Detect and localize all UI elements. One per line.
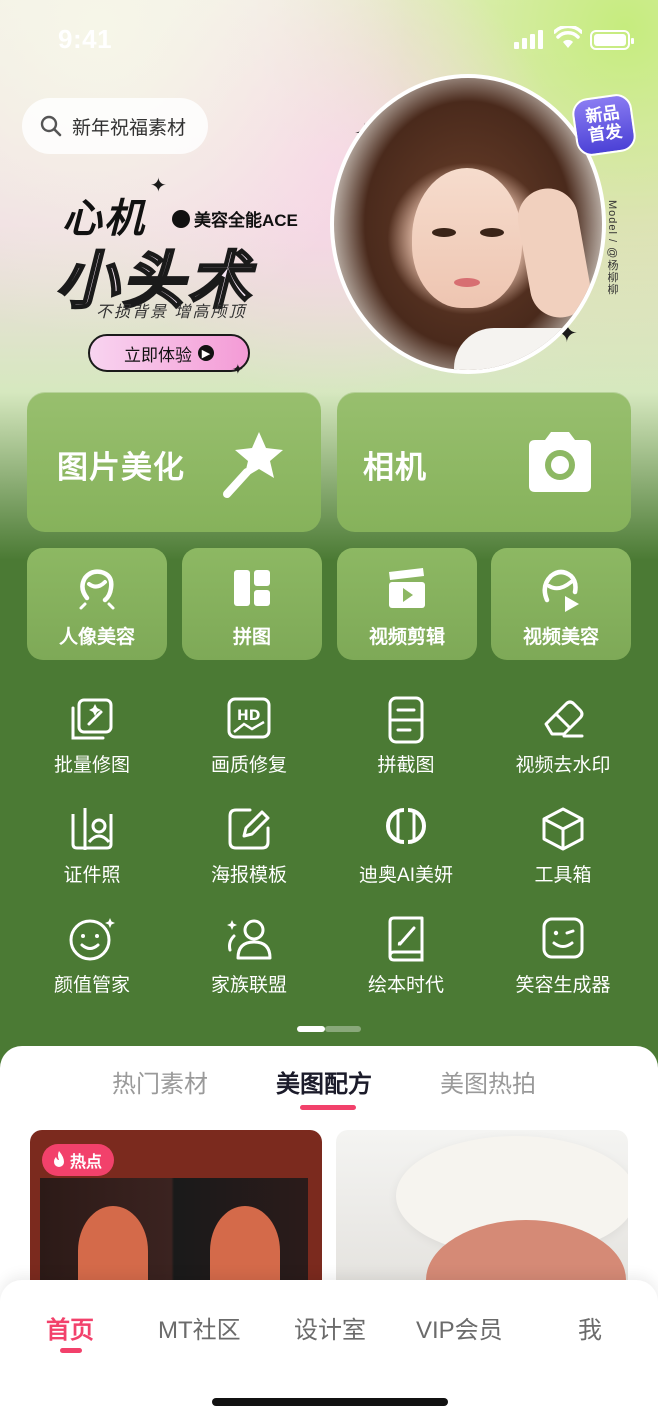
tool-picture-book[interactable]: 绘本时代 <box>336 916 476 1006</box>
brand-logo-icon <box>172 209 190 228</box>
portrait-beauty-label: 人像美容 <box>58 627 135 648</box>
hd-icon: HD <box>227 697 271 739</box>
video-edit-label: 视频剪辑 <box>368 627 445 648</box>
portrait-icon <box>79 569 115 610</box>
camera-label: 相机 <box>363 450 427 485</box>
nav-active-indicator <box>60 1348 82 1353</box>
id-photo-icon <box>71 808 113 850</box>
poster-template-label: 海报模板 <box>210 865 287 886</box>
video-beauty-label: 视频美容 <box>522 627 599 648</box>
eraser-icon <box>544 700 584 738</box>
collage-card[interactable]: 拼图 <box>182 548 322 660</box>
search-bar[interactable]: 新年祝福素材 <box>22 98 208 154</box>
dior-ai-label: 迪奥AI美妍 <box>359 865 453 886</box>
nav-vip[interactable]: VIP会员 <box>416 1310 503 1345</box>
id-photo-label: 证件照 <box>63 865 121 886</box>
toolbox-icon <box>542 807 584 851</box>
hd-restore-label: 画质修复 <box>210 755 287 776</box>
screenshot-stitch-icon <box>388 696 424 744</box>
banner-brand: 美容全能ACE <box>172 206 298 231</box>
banner-cta-button[interactable]: 立即体验 ▶ <box>88 334 250 372</box>
tab-hot-materials[interactable]: 热门素材 <box>112 1064 208 1099</box>
sparkle-icon: ✦ <box>150 175 167 197</box>
wifi-icon <box>554 26 582 48</box>
nav-design-studio[interactable]: 设计室 <box>294 1310 366 1345</box>
search-placeholder: 新年祝福素材 <box>72 117 187 139</box>
picture-book-icon <box>388 916 424 962</box>
sparkle-icon: ✦ <box>232 361 244 377</box>
tool-screenshot-stitch[interactable]: 拼截图 <box>336 696 476 786</box>
badge-text: 新品 首发 <box>584 102 624 146</box>
toolbox-label: 工具箱 <box>534 865 592 886</box>
family-icon <box>227 919 272 960</box>
portrait-beauty-card[interactable]: 人像美容 <box>27 548 167 660</box>
banner-subtitle: 不损背景 增高颅顶 <box>96 304 247 321</box>
feed-card[interactable]: 热点 <box>30 1130 322 1290</box>
collage-label: 拼图 <box>232 627 271 648</box>
tool-toolbox[interactable]: 工具箱 <box>493 806 633 896</box>
camera-icon <box>529 432 591 492</box>
status-bar: 9:41 <box>0 0 658 80</box>
hot-badge-label: 热点 <box>70 1154 103 1171</box>
home-indicator <box>212 1398 448 1406</box>
tool-hd-restore[interactable]: HD 画质修复 <box>179 696 319 786</box>
banner-cta-label: 立即体验 <box>124 345 192 365</box>
model-credit: Model / @杨柳柳 <box>606 200 618 296</box>
tool-dior-ai[interactable]: 迪奥AI美妍 <box>336 806 476 896</box>
search-icon <box>40 115 62 137</box>
flame-icon <box>54 1151 64 1167</box>
video-beauty-card[interactable]: 视频美容 <box>491 548 631 660</box>
arrow-right-icon: ▶ <box>198 345 214 361</box>
looks-manager-label: 颜值管家 <box>53 975 130 996</box>
tool-batch-edit[interactable]: 批量修图 <box>22 696 162 786</box>
video-portrait-icon <box>542 569 579 612</box>
dior-icon <box>386 808 426 844</box>
banner-model-photo[interactable] <box>330 74 606 374</box>
smile-face-icon <box>69 918 115 961</box>
camera-card[interactable]: 相机 <box>337 392 631 532</box>
feed-card[interactable] <box>336 1130 628 1290</box>
clapperboard-icon <box>389 568 425 608</box>
family-alliance-label: 家族联盟 <box>210 975 287 996</box>
magic-wand-icon <box>223 432 283 498</box>
batch-edit-icon <box>71 698 113 740</box>
tool-remove-watermark[interactable]: 视频去水印 <box>493 696 633 786</box>
tab-meitu-recipes[interactable]: 美图配方 <box>276 1064 372 1099</box>
photo-beautify-label: 图片美化 <box>57 450 185 485</box>
nav-home[interactable]: 首页 <box>46 1310 94 1345</box>
screenshot-stitch-label: 拼截图 <box>377 755 435 776</box>
nav-mt-community[interactable]: MT社区 <box>158 1310 241 1345</box>
battery-icon <box>590 30 634 50</box>
page-indicator <box>297 1026 361 1032</box>
banner-brand-text: 美容全能ACE <box>194 211 298 230</box>
tool-id-photo[interactable]: 证件照 <box>22 806 162 896</box>
active-tab-indicator <box>300 1105 356 1110</box>
hot-badge: 热点 <box>42 1144 115 1176</box>
new-launch-badge: 新品 首发 <box>570 92 638 158</box>
batch-edit-label: 批量修图 <box>53 755 130 776</box>
photo-beautify-card[interactable]: 图片美化 <box>27 392 321 532</box>
wink-face-icon <box>542 917 584 959</box>
tool-looks-manager[interactable]: 颜值管家 <box>22 916 162 1006</box>
smile-generator-label: 笑容生成器 <box>515 975 611 996</box>
tool-smile-generator[interactable]: 笑容生成器 <box>493 916 633 1006</box>
collage-icon <box>234 570 270 606</box>
nav-me[interactable]: 我 <box>578 1310 602 1345</box>
poster-edit-icon <box>228 808 270 850</box>
remove-watermark-label: 视频去水印 <box>515 755 611 776</box>
video-edit-card[interactable]: 视频剪辑 <box>337 548 477 660</box>
svg-text:HD: HD <box>237 708 260 724</box>
tab-meitu-hot-shots[interactable]: 美图热拍 <box>440 1064 536 1099</box>
signal-icon <box>514 30 543 49</box>
status-time: 9:41 <box>58 24 113 54</box>
tool-family-alliance[interactable]: 家族联盟 <box>179 916 319 1006</box>
picture-book-label: 绘本时代 <box>367 975 444 996</box>
tool-poster-template[interactable]: 海报模板 <box>179 806 319 896</box>
